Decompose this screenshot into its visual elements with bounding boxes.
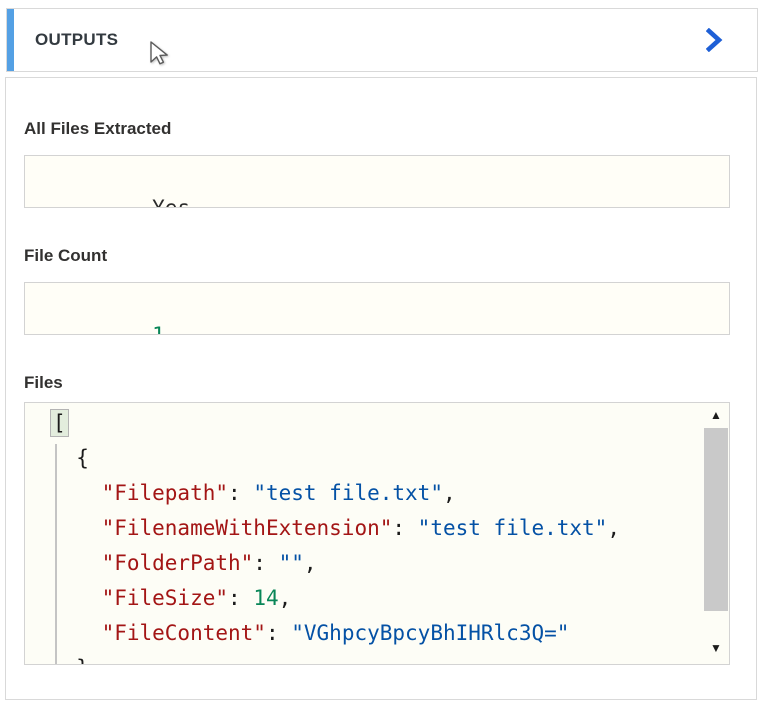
code-line: { [51,441,703,476]
scroll-down-icon[interactable]: ▼ [703,640,729,656]
code-line: "Filepath": "test file.txt", [51,476,703,511]
file-count-label: File Count [24,246,728,265]
value-text: Yes [152,196,190,208]
code-line: "FilenameWithExtension": "test file.txt"… [51,511,703,546]
code-line: } [51,651,703,664]
value-text: 1 [152,323,165,335]
scrollbar[interactable]: ▲ ▼ [703,403,729,664]
file-count-value[interactable]: 1 [24,282,730,335]
outputs-body: All Files Extracted Yes File Count 1 Fil… [5,77,757,700]
field-all-files-extracted: All Files Extracted Yes [24,119,728,208]
files-json-viewer[interactable]: [ { "Filepath": "test file.txt", "Filena… [24,402,730,665]
scrollbar-thumb[interactable] [704,428,728,611]
all-files-extracted-label: All Files Extracted [24,119,728,138]
field-files: Files [ { "Filepath": "test file.txt", "… [24,373,728,665]
outputs-title: OUTPUTS [35,9,118,71]
scroll-up-icon[interactable]: ▲ [703,407,729,423]
code-line: "FileSize": 14, [51,581,703,616]
mouse-cursor-icon [147,40,173,68]
field-file-count: File Count 1 [24,246,728,335]
indent-guide [55,444,57,664]
code-line: "FolderPath": "", [51,546,703,581]
outputs-header[interactable]: OUTPUTS [6,8,758,72]
outputs-panel: OUTPUTS All Files Extracted Yes File Cou… [0,0,768,713]
chevron-right-icon[interactable] [706,28,723,52]
code-line: [ [51,406,703,441]
files-label: Files [24,373,728,392]
accent-bar [7,9,14,71]
json-code[interactable]: [ { "Filepath": "test file.txt", "Filena… [25,403,703,664]
all-files-extracted-value[interactable]: Yes [24,155,730,208]
code-line: "FileContent": "VGhpcyBpcyBhIHRlc3Q=" [51,616,703,651]
